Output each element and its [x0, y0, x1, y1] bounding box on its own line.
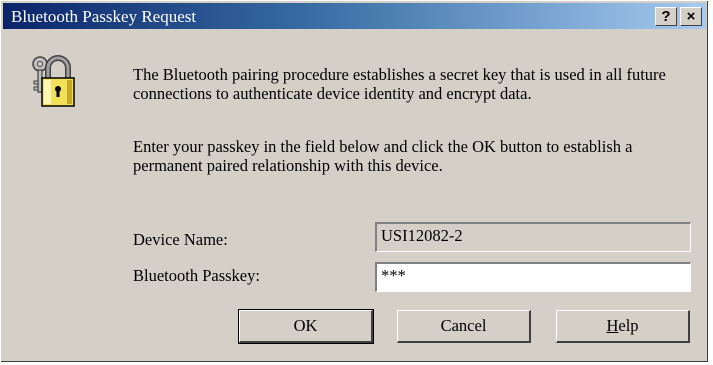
help-mnemonic: H: [606, 316, 619, 335]
title-bar[interactable]: Bluetooth Passkey Request ? ×: [3, 3, 706, 29]
ok-button[interactable]: OK: [238, 309, 374, 344]
lock-keys-icon: [32, 55, 75, 107]
title-close-button[interactable]: ×: [680, 7, 702, 26]
device-name-field: USI12082-2: [375, 222, 691, 252]
window-title: Bluetooth Passkey Request: [11, 7, 197, 26]
cancel-button[interactable]: Cancel: [397, 310, 531, 343]
intro-paragraph: The Bluetooth pairing procedure establis…: [133, 65, 666, 103]
passkey-label: Bluetooth Passkey:: [133, 266, 260, 285]
device-name-label: Device Name:: [133, 230, 228, 249]
help-button[interactable]: Help: [556, 310, 690, 343]
instruction-paragraph: Enter your passkey in the field below an…: [133, 137, 633, 175]
passkey-input[interactable]: ***: [375, 262, 691, 292]
bluetooth-passkey-dialog: Bluetooth Passkey Request ? × The Blueto…: [0, 0, 709, 363]
title-help-button[interactable]: ?: [655, 7, 677, 26]
help-label-rest: elp: [618, 316, 639, 335]
